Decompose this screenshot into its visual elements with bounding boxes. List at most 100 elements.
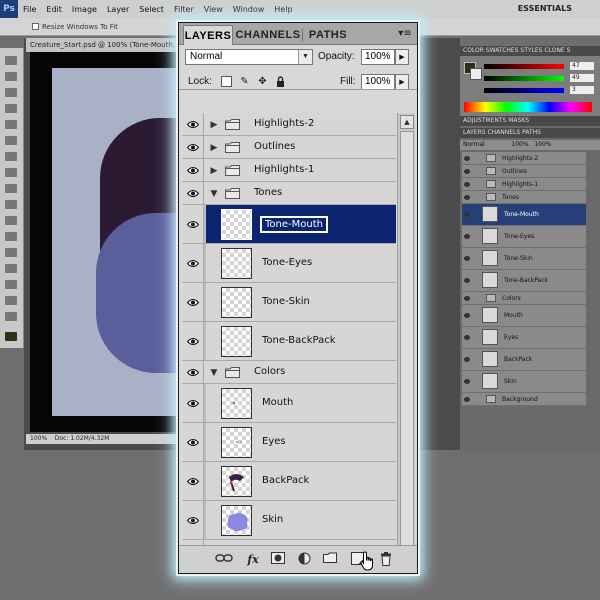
layer-group-outlines[interactable]: ▶ Outlines [182, 136, 396, 159]
eye-icon[interactable] [464, 195, 470, 200]
visibility-toggle[interactable] [182, 462, 204, 500]
layer-row-tone-skin[interactable]: Tone-Skin [182, 283, 396, 322]
tab-layers[interactable]: LAYERS [183, 25, 233, 45]
lock-transparent-icon[interactable] [221, 76, 232, 87]
mini-layer-row[interactable]: Outlines [462, 165, 586, 178]
mini-blend-mode[interactable]: Normal [463, 141, 485, 148]
layer-row-tone-eyes[interactable]: Tone-Eyes [182, 244, 396, 283]
trash-icon[interactable] [377, 552, 395, 568]
visibility-toggle[interactable] [182, 244, 204, 282]
menu-view[interactable]: View [199, 5, 228, 14]
pen-tool-icon[interactable] [5, 264, 17, 273]
menu-edit[interactable]: Edit [41, 5, 67, 14]
layer-name[interactable]: Mouth [262, 397, 293, 408]
layer-thumbnail[interactable] [221, 248, 252, 279]
layer-name[interactable]: Tones [254, 187, 282, 198]
magic-wand-tool-icon[interactable] [5, 104, 17, 113]
mini-layer-row[interactable]: Highlights-1 [462, 178, 586, 191]
layer-group-colors[interactable]: ▼ Colors [182, 361, 396, 384]
visibility-toggle[interactable] [182, 384, 204, 422]
type-tool-icon[interactable] [5, 280, 17, 289]
layer-thumbnail[interactable] [221, 505, 252, 536]
visibility-toggle[interactable] [182, 205, 204, 243]
visibility-toggle[interactable] [182, 423, 204, 461]
history-brush-tool-icon[interactable] [5, 200, 17, 209]
mini-opacity[interactable]: 100% [511, 141, 528, 148]
healing-tool-icon[interactable] [5, 152, 17, 161]
eye-icon[interactable] [464, 234, 470, 239]
eye-icon[interactable] [464, 256, 470, 261]
eye-icon[interactable] [464, 156, 470, 161]
menu-filter[interactable]: Filter [169, 5, 199, 14]
lasso-tool-icon[interactable] [5, 88, 17, 97]
layer-group-highlights-1[interactable]: ▶ Highlights-1 [182, 159, 396, 182]
mini-layer-row[interactable]: Tone-Eyes [462, 226, 586, 248]
mini-layer-row[interactable]: Mouth [462, 305, 586, 327]
color-spectrum[interactable] [464, 102, 592, 112]
layer-thumbnail[interactable] [221, 388, 252, 419]
resize-windows-checkbox[interactable] [32, 23, 39, 30]
layer-name[interactable]: Tone-BackPack [262, 335, 336, 346]
blue-slider[interactable] [484, 88, 564, 93]
visibility-toggle[interactable] [182, 501, 204, 539]
blue-value[interactable]: 3 [570, 86, 594, 94]
color-panel-tabs[interactable]: COLOR SWATCHES STYLES CLONE S [460, 46, 600, 56]
layer-name-edit-field[interactable]: Tone-Mouth [260, 216, 328, 233]
visibility-toggle[interactable] [182, 159, 204, 181]
menu-file[interactable]: File [18, 5, 41, 14]
mini-fill[interactable]: 100% [534, 141, 551, 148]
visibility-toggle[interactable] [182, 322, 204, 360]
mini-layer-row[interactable]: Colors [462, 292, 586, 305]
tab-channels[interactable]: CHANNELS [235, 25, 301, 45]
mini-layer-row[interactable]: Tone-Skin [462, 248, 586, 270]
crop-tool-icon[interactable] [5, 120, 17, 129]
zoom-level[interactable]: 100% [30, 435, 47, 442]
mini-layer-row[interactable]: Tone-Mouth [462, 204, 586, 226]
adjustments-panel-tabs[interactable]: ADJUSTMENTS MASKS [460, 116, 600, 126]
layers-scrollbar[interactable]: ▲ ▼ [397, 113, 415, 567]
path-select-tool-icon[interactable] [5, 296, 17, 305]
layer-group-highlights-2[interactable]: ▶ Highlights-2 [182, 113, 396, 136]
fill-input[interactable]: 100% [361, 74, 395, 90]
brush-tool-icon[interactable] [5, 168, 17, 177]
menu-window[interactable]: Window [228, 5, 270, 14]
opacity-input[interactable]: 100% [361, 49, 395, 65]
menu-image[interactable]: Image [67, 5, 102, 14]
eye-icon[interactable] [464, 397, 470, 402]
tab-paths[interactable]: PATHS [304, 25, 352, 45]
mini-layer-row[interactable]: BackPack [462, 349, 586, 371]
workspace-switcher[interactable]: ESSENTIALS [518, 4, 572, 13]
mini-layer-row[interactable]: Tone-BackPack [462, 270, 586, 292]
fx-icon[interactable]: fx [241, 552, 265, 568]
layer-row-tone-backpack[interactable]: Tone-BackPack [182, 322, 396, 361]
layer-name[interactable]: Tone-Skin [262, 296, 310, 307]
add-mask-icon[interactable] [269, 552, 287, 568]
red-value[interactable]: 47 [570, 62, 594, 70]
menu-select[interactable]: Select [134, 5, 169, 14]
eye-icon[interactable] [464, 212, 470, 217]
blend-mode-select[interactable]: Normal ▼ [185, 49, 313, 65]
eye-icon[interactable] [464, 335, 470, 340]
link-layers-icon[interactable] [213, 552, 235, 568]
eye-icon[interactable] [464, 357, 470, 362]
layer-thumbnail[interactable] [221, 427, 252, 458]
canvas[interactable] [52, 68, 180, 416]
layer-name[interactable]: Highlights-1 [254, 164, 314, 175]
lock-all-icon[interactable] [275, 76, 286, 87]
mini-layer-row[interactable]: Tones [462, 191, 586, 204]
eye-icon[interactable] [464, 278, 470, 283]
foreground-color-swatch[interactable] [5, 332, 17, 341]
panel-menu-icon[interactable]: ▾≡ [397, 27, 413, 41]
mini-layer-row[interactable]: Background [462, 393, 586, 406]
visibility-toggle[interactable] [182, 182, 204, 204]
layer-thumbnail[interactable] [221, 287, 252, 318]
expand-triangle-icon[interactable]: ▶ [209, 143, 219, 153]
layer-group-tones[interactable]: ▼ Tones [182, 182, 396, 205]
layer-row-tone-mouth[interactable]: Tone-Mouth [182, 205, 396, 244]
layer-name[interactable]: Outlines [254, 141, 295, 152]
background-swatch[interactable] [470, 68, 482, 80]
eye-icon[interactable] [464, 296, 470, 301]
eyedropper-tool-icon[interactable] [5, 136, 17, 145]
lock-image-icon[interactable]: ✎ [239, 76, 250, 87]
visibility-toggle[interactable] [182, 136, 204, 158]
